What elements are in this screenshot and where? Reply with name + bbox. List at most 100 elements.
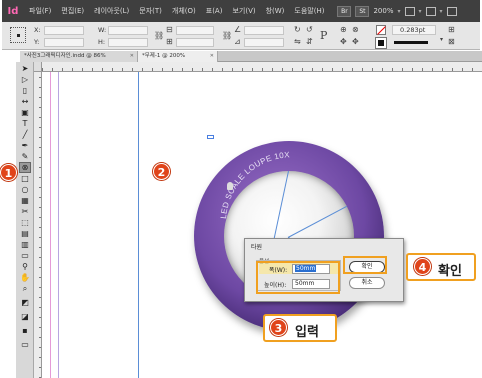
apply-color-icon[interactable]: ▪ [20, 326, 30, 335]
menu-layout[interactable]: 레이아웃(L) [89, 6, 134, 16]
type-tool-icon[interactable]: T [20, 119, 30, 128]
select-previous-icon[interactable]: ✥ [340, 37, 347, 46]
menu-table[interactable]: 표(A) [201, 6, 228, 16]
callout-ok-text: 확인 [438, 264, 462, 279]
menu-type[interactable]: 문자(T) [134, 6, 167, 16]
stroke-weight-value: 0.283pt [400, 26, 426, 34]
menu-help[interactable]: 도움말(H) [289, 6, 329, 16]
menubar-right: Br St 200% ▾ ▾ ▾ [337, 5, 457, 17]
gradient-swatch-tool-icon[interactable]: ▤ [20, 229, 30, 238]
app-logo: Id [2, 0, 24, 22]
cancel-button[interactable]: 취소 [349, 277, 385, 289]
page-tool-icon[interactable]: ▯ [20, 86, 30, 95]
menu-object[interactable]: 개체(O) [167, 6, 201, 16]
w-field[interactable] [108, 26, 148, 35]
reference-point-icon[interactable] [10, 27, 26, 43]
menu-file[interactable]: 파일(F) [24, 6, 56, 16]
line-tool-icon[interactable]: ╱ [20, 130, 30, 139]
constrain-proportions-icon[interactable]: ⛓ [154, 31, 164, 40]
stroke-type-preview[interactable] [394, 41, 428, 44]
flip-vertical-icon[interactable]: ⇵ [306, 37, 313, 46]
loupe-image: LED SCALE LOUPE 10X [194, 141, 384, 331]
callout-input: 3 입력 [263, 314, 337, 342]
rotate-clockwise-icon[interactable]: ↻ [294, 25, 301, 34]
scale-y-field[interactable] [176, 38, 214, 47]
x-label: X: [34, 26, 41, 34]
shear-icon: ⊿ [234, 37, 241, 46]
stroke-swatch[interactable] [376, 25, 386, 35]
step-marker-1: 1 [0, 164, 17, 181]
fill-swatch[interactable] [375, 37, 387, 49]
tab-document-1[interactable]: *사진3그래픽디자인.indd @ 86% ✕ [20, 51, 138, 62]
menu-view[interactable]: 보기(V) [227, 6, 260, 16]
menu-window[interactable]: 창(W) [261, 6, 290, 16]
y-field[interactable] [44, 38, 84, 47]
selection-tool-icon[interactable]: ➤ [20, 64, 30, 73]
arrange-documents-icon[interactable] [446, 6, 457, 16]
scale-x-field[interactable] [176, 26, 214, 35]
zoom-tool-icon[interactable]: ⌕ [20, 284, 30, 293]
scale-y-icon: ⊞ [166, 37, 173, 46]
shear-field[interactable] [244, 38, 284, 47]
bridge-button[interactable]: Br [337, 5, 352, 17]
step-marker-4: 4 [414, 258, 431, 275]
tab-document-2[interactable]: *무제-1 @ 200% ✕ [138, 51, 218, 62]
flip-horizontal-icon[interactable]: ⇋ [294, 37, 301, 46]
tab-label: *무제-1 @ 200% [142, 53, 186, 59]
scissors-tool-icon[interactable]: ✂ [20, 207, 30, 216]
margin-guide [50, 72, 51, 378]
x-field[interactable] [44, 26, 84, 35]
chevron-down-icon[interactable]: ▾ [440, 8, 443, 15]
free-transform-tool-icon[interactable]: ⬚ [20, 218, 30, 227]
content-collector-icon[interactable]: ▣ [20, 108, 30, 117]
h-field[interactable] [108, 38, 148, 47]
column-guide [138, 72, 139, 378]
rotate-field[interactable] [244, 26, 284, 35]
default-fill-stroke-icon[interactable]: ◩ [20, 298, 30, 307]
screen-mode-icon[interactable]: ▭ [20, 340, 30, 349]
constrain-scale-icon[interactable]: ⛓ [222, 31, 232, 40]
close-icon[interactable]: ✕ [130, 51, 134, 62]
w-label: W: [98, 26, 107, 34]
selection-handle[interactable] [207, 135, 214, 139]
gap-tool-icon[interactable]: ↔ [20, 97, 30, 106]
ellipse-frame-tool-icon[interactable]: ⊗ [19, 162, 31, 173]
select-content-icon[interactable]: ⊗ [352, 25, 359, 34]
stock-button[interactable]: St [355, 5, 370, 17]
chevron-down-icon[interactable]: ▾ [419, 8, 422, 15]
stroke-weight-field[interactable]: 0.283pt [392, 25, 436, 35]
effects-icon[interactable]: ⊠ [448, 37, 455, 46]
chevron-down-icon[interactable]: ▾ [440, 36, 443, 43]
chevron-down-icon[interactable]: ▾ [397, 8, 400, 15]
screen-mode-icon[interactable] [425, 6, 436, 16]
ok-highlight-box [343, 256, 387, 274]
rectangle-tool-icon[interactable]: □ [20, 174, 30, 183]
hand-tool-icon[interactable]: ✋ [20, 273, 30, 282]
table-tool-icon[interactable]: ▦ [20, 196, 30, 205]
pencil-tool-icon[interactable]: ✎ [20, 152, 30, 161]
select-container-icon[interactable]: ⊕ [340, 25, 347, 34]
character-icon[interactable]: P [320, 29, 327, 42]
vertical-ruler[interactable] [34, 72, 42, 378]
fx-icon[interactable]: ⊞ [448, 25, 455, 34]
rotate-counterclockwise-icon[interactable]: ↺ [306, 25, 313, 34]
tools-panel: ➤ ▷ ▯ ↔ ▣ T ╱ ✒ ✎ ⊗ □ ○ ▦ ✂ ⬚ ▤ ▥ ▭ ⚲ ✋ … [16, 62, 34, 378]
gradient-feather-tool-icon[interactable]: ▥ [20, 240, 30, 249]
direct-selection-tool-icon[interactable]: ▷ [20, 75, 30, 84]
select-next-icon[interactable]: ✥ [352, 37, 359, 46]
callout-ok: 4 확인 [406, 253, 476, 281]
lens-guide-line [273, 171, 289, 240]
control-panel: X: Y: W: H: ⛓ ⊟ ⊞ ⛓ ∠ ⊿ ↻ ↺ ⇋ ⇵ P ⊕ ⊗ ✥ … [2, 22, 480, 50]
zoom-level[interactable]: 200% [373, 7, 393, 15]
view-options-icon[interactable] [404, 6, 415, 16]
close-icon[interactable]: ✕ [210, 51, 214, 62]
fill-stroke-swatch-icon[interactable]: ◪ [20, 312, 30, 321]
eyedropper-tool-icon[interactable]: ⚲ [20, 262, 30, 271]
ruler-origin[interactable] [34, 62, 42, 72]
menubar: Id 파일(F) 편집(E) 레이아웃(L) 문자(T) 개체(O) 표(A) … [2, 0, 480, 22]
note-tool-icon[interactable]: ▭ [20, 251, 30, 260]
pen-tool-icon[interactable]: ✒ [20, 141, 30, 150]
ellipse-tool-icon[interactable]: ○ [20, 185, 30, 194]
menu-edit[interactable]: 편집(E) [56, 6, 89, 16]
horizontal-ruler[interactable] [42, 62, 482, 72]
